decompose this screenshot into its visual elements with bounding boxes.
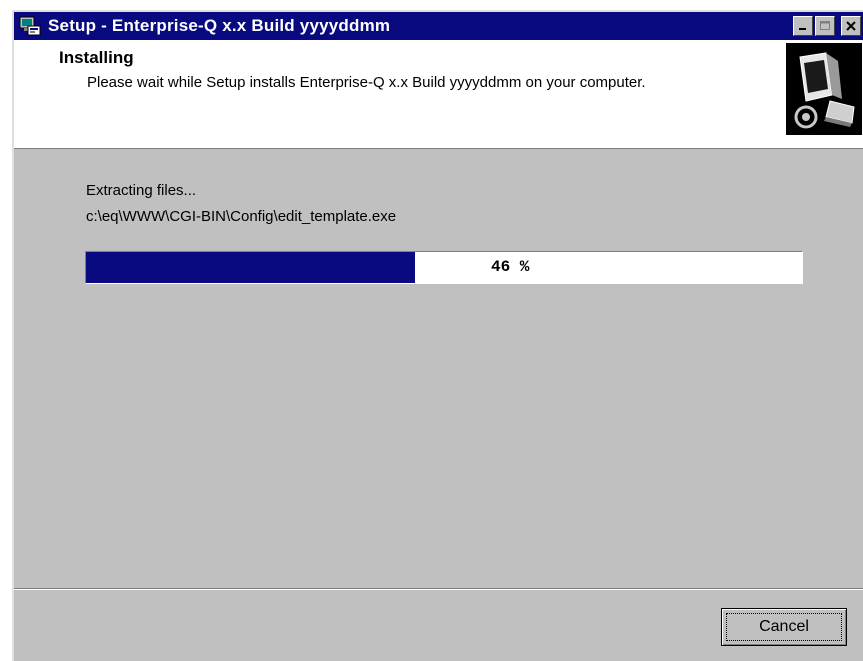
window-title: Setup - Enterprise-Q x.x Build yyyyddmm bbox=[48, 16, 391, 35]
status-text: Extracting files... bbox=[86, 182, 197, 199]
footer-divider-highlight bbox=[14, 589, 863, 590]
maximize-icon bbox=[820, 21, 830, 30]
cancel-button[interactable]: Cancel bbox=[721, 608, 847, 646]
minimize-button[interactable] bbox=[793, 16, 813, 36]
page-title: Installing bbox=[59, 48, 134, 67]
setup-window: Setup - Enterprise-Q x.x Build yyyyddmm … bbox=[12, 10, 863, 661]
close-button[interactable] bbox=[841, 16, 861, 36]
page-subtitle: Please wait while Setup installs Enterpr… bbox=[87, 74, 646, 91]
minimize-icon bbox=[799, 28, 806, 30]
window-controls bbox=[793, 16, 861, 36]
progress-percent-label: 46 % bbox=[491, 258, 530, 276]
install-progress-bar: 46 % bbox=[85, 251, 803, 284]
wizard-header: Installing Please wait while Setup insta… bbox=[14, 40, 863, 149]
maximize-button[interactable] bbox=[815, 16, 835, 36]
close-icon bbox=[846, 21, 856, 31]
current-file-path: c:\eq\WWW\CGI-BIN\Config\edit_template.e… bbox=[86, 208, 397, 225]
progress-fill bbox=[86, 252, 416, 283]
computer-install-icon bbox=[786, 43, 862, 135]
setup-icon bbox=[18, 14, 42, 38]
focus-rectangle bbox=[726, 613, 842, 641]
title-bar[interactable]: Setup - Enterprise-Q x.x Build yyyyddmm bbox=[14, 12, 863, 40]
